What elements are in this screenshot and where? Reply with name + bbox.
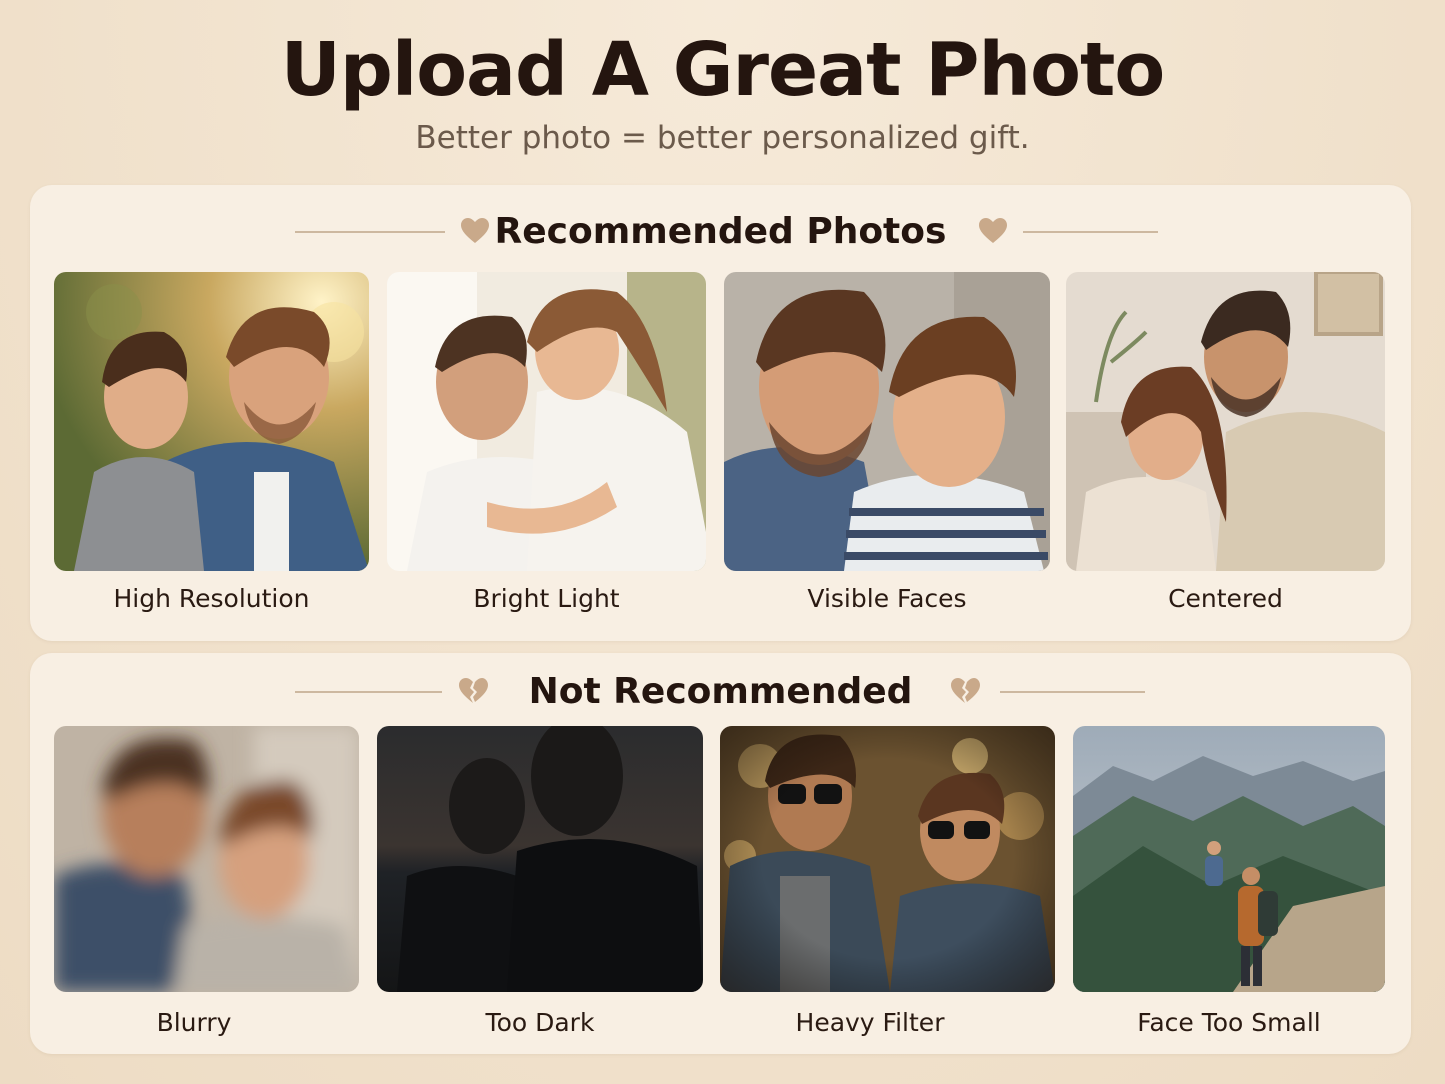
caption-face-too-small: Face Too Small <box>1137 1008 1321 1037</box>
recommended-header: Recommended Photos <box>30 207 1411 257</box>
caption-bright-light: Bright Light <box>473 584 620 613</box>
not-recommended-header: Not Recommended <box>30 667 1411 717</box>
page-subtitle: Better photo = better personalized gift. <box>415 120 1030 156</box>
photo-too-dark[interactable] <box>377 726 703 992</box>
recommended-title: Recommended Photos <box>494 211 947 252</box>
photo-visible-faces[interactable] <box>724 272 1050 571</box>
photo-heavy-filter[interactable] <box>720 726 1055 992</box>
caption-centered: Centered <box>1168 584 1283 613</box>
divider-right <box>1023 231 1158 233</box>
divider-right <box>1000 691 1145 693</box>
caption-blurry: Blurry <box>156 1008 232 1037</box>
broken-heart-icon <box>951 678 980 703</box>
caption-visible-faces: Visible Faces <box>807 584 967 613</box>
photo-bright-light[interactable] <box>387 272 706 571</box>
photo-centered[interactable] <box>1066 272 1385 571</box>
photo-face-too-small[interactable] <box>1073 726 1385 992</box>
caption-heavy-filter: Heavy Filter <box>795 1008 945 1037</box>
page-title: Upload A Great Photo <box>280 27 1165 113</box>
photo-blurry[interactable] <box>54 726 359 992</box>
not-recommended-title: Not Recommended <box>528 671 913 712</box>
not-recommended-panel: Not Recommended Blurry Too Dark Heavy Fi… <box>30 653 1411 1054</box>
caption-too-dark: Too Dark <box>485 1008 595 1037</box>
heart-icon <box>979 218 1007 243</box>
recommended-panel: Recommended Photos High Resolution Brigh… <box>30 185 1411 641</box>
caption-high-resolution: High Resolution <box>113 584 310 613</box>
photo-high-resolution[interactable] <box>54 272 369 571</box>
